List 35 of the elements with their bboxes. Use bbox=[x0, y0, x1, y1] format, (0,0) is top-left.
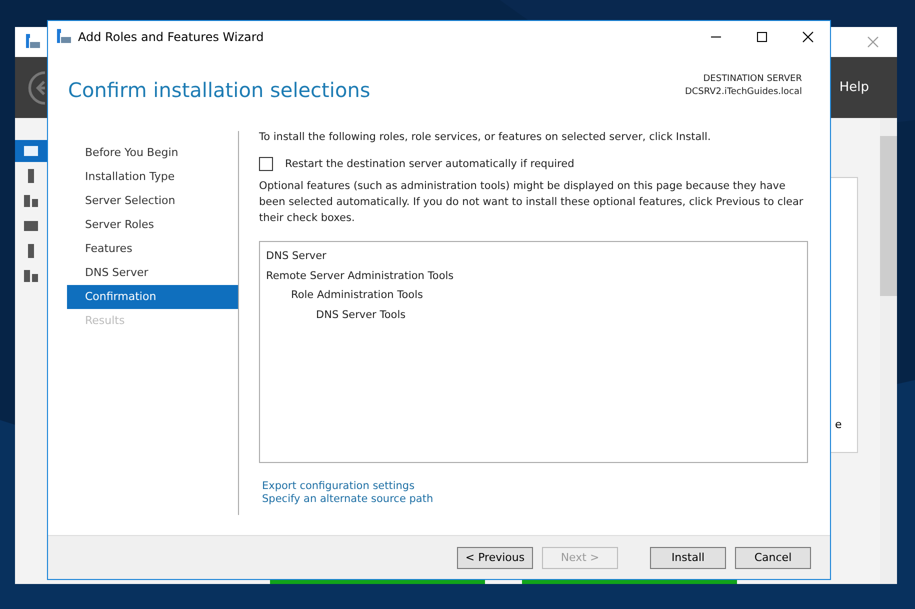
intro-text: To install the following roles, role services, or features on selected server, click Install. bbox=[259, 131, 712, 143]
close-icon[interactable] bbox=[802, 30, 814, 42]
page-heading: Confirm installation selections bbox=[68, 78, 370, 104]
destination-server: DCSRV2.iTechGuides.local bbox=[684, 87, 802, 97]
scrollbar[interactable] bbox=[880, 118, 897, 584]
wizard-step[interactable]: Before You Begin bbox=[67, 141, 238, 165]
selection-item: Remote Server Administration Tools bbox=[266, 268, 455, 284]
maximize-icon[interactable] bbox=[756, 30, 768, 42]
wizard-step[interactable]: Installation Type bbox=[67, 165, 238, 189]
server-icon bbox=[23, 268, 39, 284]
help-menu[interactable]: Help bbox=[839, 80, 869, 95]
selection-item: DNS Server bbox=[266, 249, 328, 264]
wizard-button[interactable]: < Previous bbox=[457, 546, 533, 568]
server-icon bbox=[23, 143, 39, 159]
note-text: Optional features (such as administration tools) might be displayed on this page because they have been selected automatically. If you do not want to install these optional features, click Previous to clear their check boxes. bbox=[259, 179, 804, 226]
panel-text: e bbox=[835, 418, 842, 431]
server-icon bbox=[23, 193, 39, 209]
link[interactable]: Export configuration settings bbox=[262, 480, 415, 492]
server-icon bbox=[23, 218, 39, 234]
destination-label: DESTINATION SERVER bbox=[703, 74, 802, 84]
back-icon[interactable] bbox=[27, 70, 45, 106]
link[interactable]: Specify an alternate source path bbox=[262, 493, 434, 505]
checkbox[interactable] bbox=[259, 157, 273, 171]
wizard-step[interactable]: Confirmation bbox=[67, 285, 238, 309]
wizard-step[interactable]: Server Roles bbox=[67, 213, 238, 237]
checkbox-label[interactable]: Restart the destination server automatically if required bbox=[285, 158, 574, 170]
selection-item: Role Administration Tools bbox=[290, 288, 424, 303]
wizard-step[interactable]: Features bbox=[67, 237, 238, 261]
wizard-button[interactable]: Cancel bbox=[735, 546, 811, 568]
wizard-button[interactable]: Install bbox=[650, 546, 726, 568]
sidebar-item[interactable] bbox=[15, 140, 47, 162]
selection-item: DNS Server Tools bbox=[315, 308, 407, 322]
window-title: Add Roles and Features Wizard bbox=[78, 30, 265, 44]
wizard-step[interactable]: Server Selection bbox=[67, 189, 238, 213]
wizard-step[interactable]: DNS Server bbox=[67, 261, 238, 285]
